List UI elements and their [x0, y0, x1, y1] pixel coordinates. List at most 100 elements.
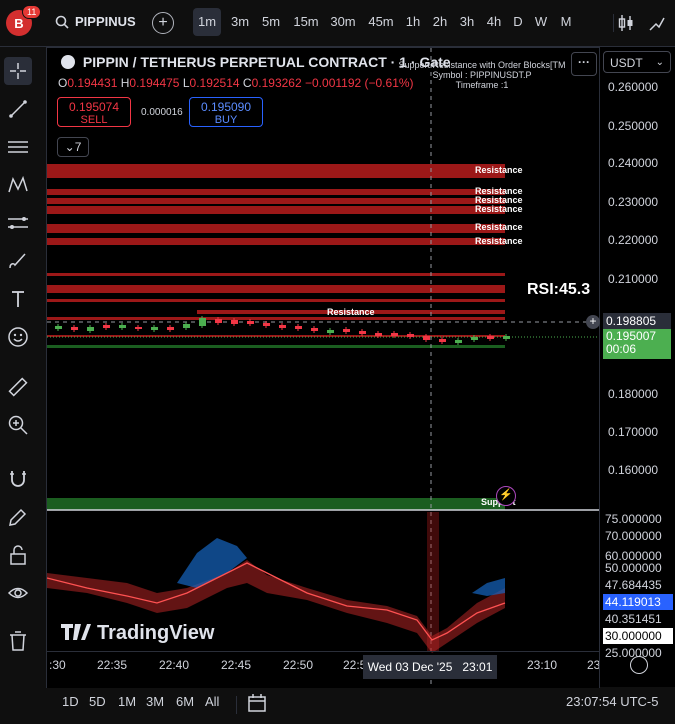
- emoji-tool[interactable]: [4, 323, 32, 351]
- fib-tool[interactable]: [4, 209, 32, 237]
- timeframe-45m[interactable]: 45m: [365, 8, 397, 36]
- currency-select[interactable]: USDT ⌄: [603, 51, 671, 73]
- resistance-zone: [47, 238, 505, 245]
- price-level-label: 0.160000: [608, 463, 659, 477]
- time-tick-label: 22:50: [283, 658, 314, 672]
- magnet-tool[interactable]: [4, 465, 32, 493]
- more-options-button[interactable]: ···: [571, 52, 597, 76]
- candle-body: [151, 327, 158, 330]
- timezone-clock[interactable]: 23:07:54 UTC-5: [566, 694, 659, 709]
- timeframe-3h[interactable]: 3h: [456, 8, 478, 36]
- candle-type-icon[interactable]: [618, 14, 634, 32]
- timeframe-2h[interactable]: 2h: [429, 8, 451, 36]
- price-level-label: 0.220000: [608, 233, 659, 247]
- timeframe-m[interactable]: M: [557, 8, 575, 36]
- lock-drawings-tool[interactable]: [4, 541, 32, 569]
- delete-drawings-tool[interactable]: [4, 627, 32, 655]
- range-5d[interactable]: 5D: [89, 694, 106, 709]
- resistance-label: Resistance: [327, 307, 375, 317]
- text-tool[interactable]: [4, 285, 32, 313]
- sell-price: 0.195074: [68, 100, 120, 114]
- range-3m[interactable]: 3M: [146, 694, 164, 709]
- resistance-label: Resistance: [475, 165, 523, 175]
- rsi-level-label: 44.119013: [603, 594, 673, 610]
- zoom-tool[interactable]: [4, 411, 32, 439]
- candle-body: [343, 329, 350, 332]
- brush-tool[interactable]: [4, 247, 32, 275]
- candle-countdown: 00:06: [606, 342, 637, 356]
- rsi-band-up: [472, 578, 505, 596]
- range-all[interactable]: All: [205, 694, 219, 709]
- close-label: C: [242, 76, 252, 90]
- ohlc-readout: O0.194431 H0.194475 L0.192514 C0.193262 …: [58, 76, 414, 90]
- timeframe-w[interactable]: W: [532, 8, 550, 36]
- time-tick-label: 22:45: [221, 658, 252, 672]
- timeframe-1h[interactable]: 1h: [402, 8, 424, 36]
- indicators-icon[interactable]: [648, 14, 666, 32]
- crosshair-price-tag: 0.198805: [603, 313, 671, 329]
- time-tick-label: 22:40: [159, 658, 190, 672]
- timeframe-30m[interactable]: 30m: [327, 8, 359, 36]
- chart-pane[interactable]: TradingView PIPPIN / TETHERUS PERPETUAL …: [46, 47, 604, 689]
- symbol-search[interactable]: PIPPINUS: [55, 14, 136, 29]
- candle-body: [87, 327, 94, 331]
- crosshair-tool[interactable]: [4, 57, 32, 85]
- low-label: L: [182, 76, 190, 90]
- indicators-toggle[interactable]: ⌄7: [57, 137, 89, 157]
- zoom-in-icon: [8, 415, 28, 435]
- chart-canvas[interactable]: TradingView: [47, 48, 599, 688]
- buy-button[interactable]: 0.195090 BUY: [189, 97, 263, 127]
- stay-drawing-tool[interactable]: [4, 503, 32, 531]
- support-zone: [47, 498, 505, 510]
- pattern-tool[interactable]: [4, 171, 32, 199]
- price-scale[interactable]: USDT ⌄ 0.260000 0.250000 0.240000 0.230000 0…: [586, 47, 675, 687]
- magnet-icon: [10, 471, 26, 487]
- candle-body: [359, 331, 366, 334]
- watermark-text: TradingView: [97, 622, 215, 644]
- hide-drawings-tool[interactable]: [4, 579, 32, 607]
- sell-button[interactable]: 0.195074 SELL: [57, 97, 131, 127]
- candle-body: [199, 318, 206, 326]
- timeframe-4h[interactable]: 4h: [483, 8, 505, 36]
- change-value: −0.001192 (−0.61%): [305, 76, 414, 90]
- resistance-zone: [47, 206, 505, 214]
- rsi-readout: RSI:45.3: [527, 281, 591, 298]
- range-6m[interactable]: 6M: [176, 694, 194, 709]
- alert-lightning-icon[interactable]: ⚡: [496, 486, 516, 506]
- resistance-zones: [47, 164, 505, 337]
- horizontal-lines-tool[interactable]: [4, 133, 32, 161]
- symbol-name: PIPPINUS: [75, 14, 136, 29]
- candle-body: [55, 326, 62, 329]
- add-alert-icon[interactable]: +: [586, 315, 600, 329]
- spread-value: 0.000016: [141, 107, 183, 118]
- timeframe-1m[interactable]: 1m: [193, 8, 221, 36]
- drawing-toolbar: [0, 47, 36, 724]
- candle-body: [423, 336, 430, 340]
- eye-icon: [7, 587, 29, 599]
- candle-body: [487, 336, 494, 339]
- candle-body: [455, 340, 462, 343]
- candle-body: [183, 324, 190, 328]
- crosshair-icon: [10, 63, 26, 79]
- ruler-icon: [8, 377, 28, 397]
- pencil-lock-icon: [9, 508, 27, 526]
- range-1m[interactable]: 1M: [118, 694, 136, 709]
- compare-add-button[interactable]: +: [152, 12, 174, 34]
- resistance-zone: [47, 299, 505, 302]
- trend-line-tool[interactable]: [4, 95, 32, 123]
- time-tick-label: 22:35: [97, 658, 128, 672]
- candle-body: [263, 323, 270, 326]
- timeframe-5m[interactable]: 5m: [258, 8, 284, 36]
- toolbar-divider: [613, 14, 614, 32]
- timeframe-3m[interactable]: 3m: [227, 8, 253, 36]
- measure-tool[interactable]: [4, 373, 32, 401]
- date-range-icon[interactable]: [246, 692, 268, 714]
- settings-gear-icon[interactable]: [630, 656, 648, 674]
- range-1d[interactable]: 1D: [62, 694, 79, 709]
- tradingview-logo-icon: [61, 624, 91, 640]
- brush-icon: [9, 253, 26, 269]
- timeframe-d[interactable]: D: [510, 8, 526, 36]
- resistance-zone: [47, 198, 505, 204]
- timeframe-15m[interactable]: 15m: [290, 8, 322, 36]
- time-axis[interactable]: [47, 651, 599, 689]
